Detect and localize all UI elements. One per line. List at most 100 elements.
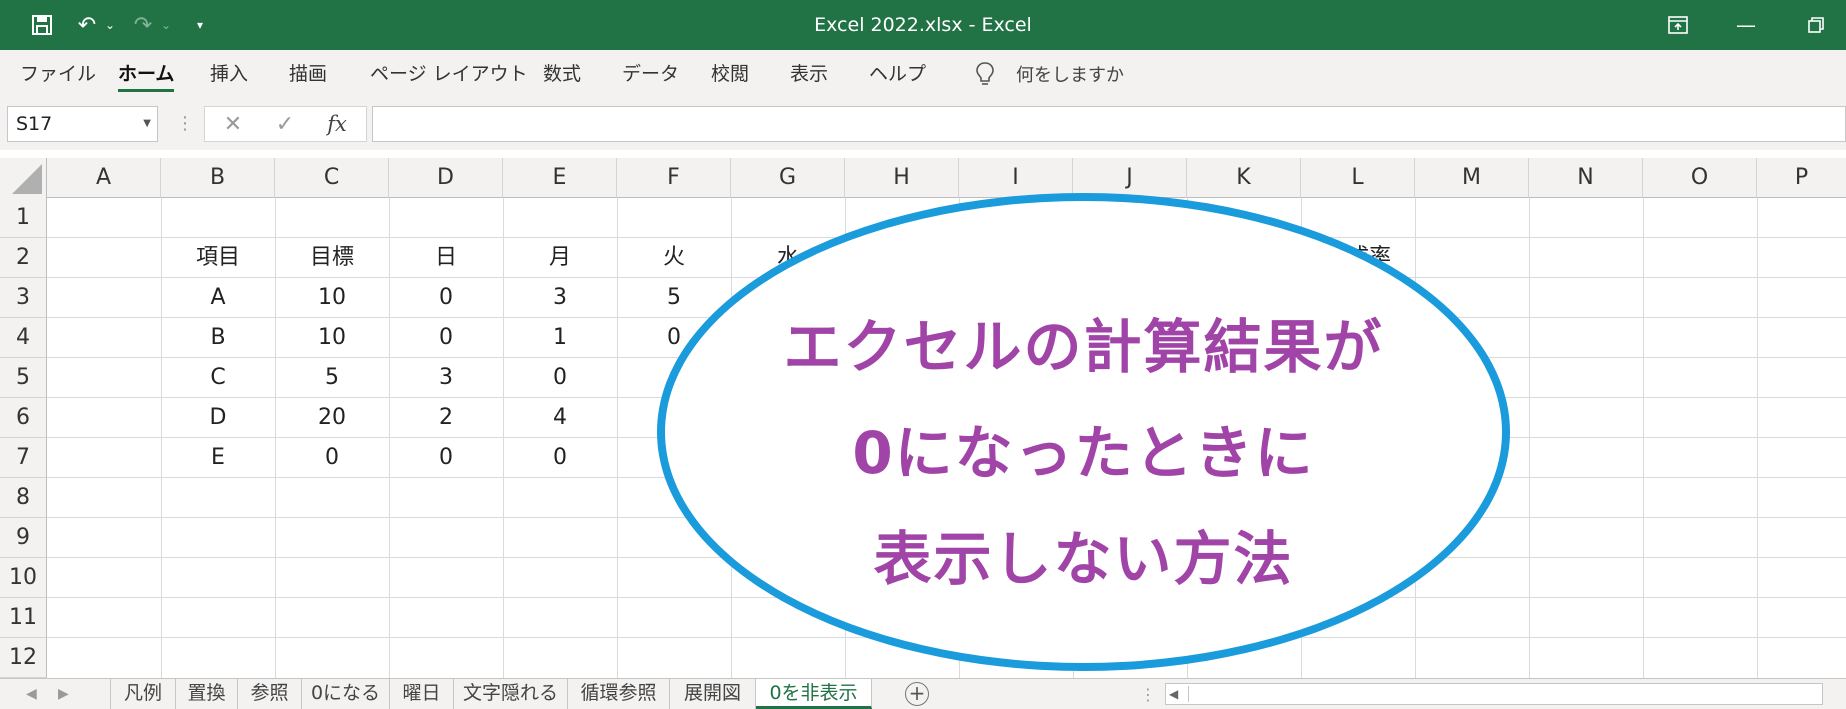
cell-e6[interactable]: 4 <box>503 398 617 438</box>
cell-b3[interactable]: A <box>161 278 275 318</box>
minimize-icon[interactable]: — <box>1716 0 1776 50</box>
cell-e2[interactable]: 月 <box>503 238 617 278</box>
cell-d6[interactable]: 2 <box>389 398 503 438</box>
column-headers: A B C D E F G H I J K L M N O P <box>0 158 1846 198</box>
cell-b6[interactable]: D <box>161 398 275 438</box>
cell-d4[interactable]: 0 <box>389 318 503 358</box>
restore-icon[interactable] <box>1786 0 1846 50</box>
tab-draw[interactable]: 描画 <box>289 50 327 98</box>
restore-svg <box>1808 17 1824 33</box>
grid-line <box>1529 198 1530 678</box>
sheet-tab-sansho[interactable]: 参照 <box>238 679 302 709</box>
tab-view[interactable]: 表示 <box>790 50 828 98</box>
ribbon-display-options-icon[interactable] <box>1648 0 1708 50</box>
column-header-e[interactable]: E <box>503 158 617 198</box>
row-header-9[interactable]: 9 <box>0 518 47 558</box>
column-header-p[interactable]: P <box>1757 158 1846 198</box>
cell-c3[interactable]: 10 <box>275 278 389 318</box>
row-header-3[interactable]: 3 <box>0 278 47 318</box>
formula-input[interactable] <box>372 106 1846 142</box>
tab-formulas[interactable]: 数式 <box>543 50 581 98</box>
column-header-h[interactable]: H <box>845 158 959 198</box>
cell-e3[interactable]: 3 <box>503 278 617 318</box>
row-header-8[interactable]: 8 <box>0 478 47 518</box>
cell-c2[interactable]: 目標 <box>275 238 389 278</box>
cell-d2[interactable]: 日 <box>389 238 503 278</box>
row-header-6[interactable]: 6 <box>0 398 47 438</box>
select-all-button[interactable] <box>0 158 47 198</box>
grid-line <box>1643 198 1644 678</box>
cell-e4[interactable]: 1 <box>503 318 617 358</box>
sheet-tab-youbi[interactable]: 曜日 <box>390 679 454 709</box>
column-header-m[interactable]: M <box>1415 158 1529 198</box>
row-header-2[interactable]: 2 <box>0 238 47 278</box>
tab-scroll-right-icon[interactable]: ▶ <box>58 679 69 709</box>
row-header-10[interactable]: 10 <box>0 558 47 598</box>
insert-function-icon[interactable]: fx <box>317 107 357 141</box>
window-title: Excel 2022.xlsx - Excel <box>814 14 1032 36</box>
cell-d5[interactable]: 3 <box>389 358 503 398</box>
sheet-tab-zero-ni-naru[interactable]: 0になる <box>302 679 390 709</box>
overlay-line-3: 表示しない方法 <box>873 525 1294 593</box>
cell-d7[interactable]: 0 <box>389 438 503 478</box>
horizontal-scrollbar[interactable]: ◀ <box>1165 683 1823 705</box>
row-header-1[interactable]: 1 <box>0 198 47 238</box>
name-box-dropdown-icon[interactable]: ▼ <box>143 107 151 141</box>
enter-icon[interactable]: ✓ <box>265 107 305 141</box>
column-header-n[interactable]: N <box>1529 158 1643 198</box>
row-header-5[interactable]: 5 <box>0 358 47 398</box>
add-sheet-button[interactable]: + <box>905 682 929 706</box>
cell-c4[interactable]: 10 <box>275 318 389 358</box>
tell-me-search[interactable]: 何をしますか <box>974 50 1124 98</box>
sheet-tab-moji-kakureru[interactable]: 文字隠れる <box>454 679 568 709</box>
column-header-f[interactable]: F <box>617 158 731 198</box>
tab-split-handle-icon[interactable]: ⋮ <box>1140 679 1156 709</box>
name-box[interactable]: S17 ▼ <box>7 106 158 142</box>
sheet-tab-chikan[interactable]: 置換 <box>176 679 238 709</box>
cell-f2[interactable]: 火 <box>617 238 731 278</box>
column-header-b[interactable]: B <box>161 158 275 198</box>
lightbulb-icon <box>976 62 994 85</box>
cell-b4[interactable]: B <box>161 318 275 358</box>
cell-b2[interactable]: 項目 <box>161 238 275 278</box>
column-header-g[interactable]: G <box>731 158 845 198</box>
column-header-c[interactable]: C <box>275 158 389 198</box>
column-header-o[interactable]: O <box>1643 158 1757 198</box>
column-header-i[interactable]: I <box>959 158 1073 198</box>
column-header-j[interactable]: J <box>1073 158 1187 198</box>
tab-page-layout[interactable]: ページ レイアウト <box>370 50 528 98</box>
tab-home[interactable]: ホーム <box>118 50 175 98</box>
row-header-4[interactable]: 4 <box>0 318 47 358</box>
cell-c5[interactable]: 5 <box>275 358 389 398</box>
formula-bar: S17 ▼ ⋮ ✕ ✓ fx <box>0 98 1846 150</box>
scroll-left-icon[interactable]: ◀ <box>1169 684 1178 704</box>
tab-review[interactable]: 校閲 <box>711 50 749 98</box>
scrollbar-thumb[interactable] <box>1188 686 1688 702</box>
overlay-line-2: 0になったときに <box>852 419 1315 487</box>
cell-c7[interactable]: 0 <box>275 438 389 478</box>
tab-file[interactable]: ファイル <box>20 50 96 98</box>
column-header-a[interactable]: A <box>47 158 161 198</box>
row-header-12[interactable]: 12 <box>0 638 47 678</box>
cell-b5[interactable]: C <box>161 358 275 398</box>
tab-data[interactable]: データ <box>622 50 679 98</box>
tab-scroll-left-icon[interactable]: ◀ <box>26 679 37 709</box>
tab-insert[interactable]: 挿入 <box>210 50 248 98</box>
tab-help[interactable]: ヘルプ <box>869 50 926 98</box>
column-header-l[interactable]: L <box>1301 158 1415 198</box>
row-header-7[interactable]: 7 <box>0 438 47 478</box>
cell-e5[interactable]: 0 <box>503 358 617 398</box>
sheet-tab-tenkaizu[interactable]: 展開図 <box>670 679 756 709</box>
cancel-icon[interactable]: ✕ <box>213 107 253 141</box>
sheet-tab-zero-hihyouji[interactable]: 0を非表示 <box>756 679 872 709</box>
sheet-tab-junkan-sansho[interactable]: 循環参照 <box>568 679 670 709</box>
cell-d3[interactable]: 0 <box>389 278 503 318</box>
row-header-11[interactable]: 11 <box>0 598 47 638</box>
sheet-tab-hanrei[interactable]: 凡例 <box>110 679 176 709</box>
formula-bar-grip-icon[interactable]: ⋮ <box>176 106 194 142</box>
cell-c6[interactable]: 20 <box>275 398 389 438</box>
cell-b7[interactable]: E <box>161 438 275 478</box>
column-header-k[interactable]: K <box>1187 158 1301 198</box>
cell-e7[interactable]: 0 <box>503 438 617 478</box>
column-header-d[interactable]: D <box>389 158 503 198</box>
